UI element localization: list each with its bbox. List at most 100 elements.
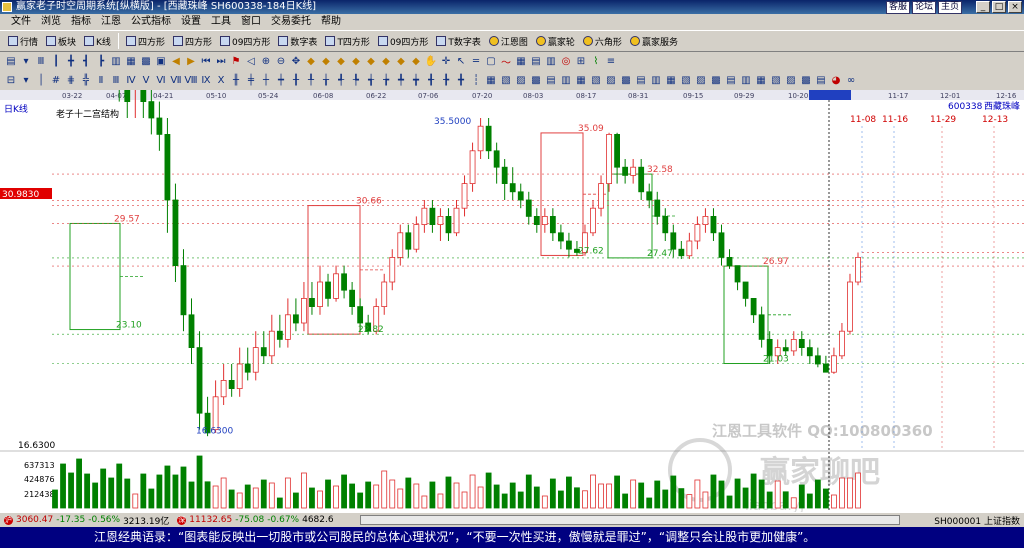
close-button[interactable]: × <box>1008 1 1022 13</box>
split13-icon[interactable]: ╈ <box>409 74 423 88</box>
print-icon[interactable]: ▤ <box>529 55 543 69</box>
dropdown-icon[interactable]: ▾ <box>19 55 33 69</box>
zoom-in-icon[interactable]: ⊕ <box>259 55 273 69</box>
split3-icon[interactable]: ┼ <box>259 74 273 88</box>
calc-icon[interactable]: ▦ <box>514 55 528 69</box>
arrow-right-icon[interactable]: ▶ <box>184 55 198 69</box>
split14-icon[interactable]: ╉ <box>424 74 438 88</box>
diamond8-icon[interactable]: ◆ <box>409 55 423 69</box>
indicator-icon[interactable]: ▦ <box>124 55 138 69</box>
grid-toggle-icon[interactable]: ▩ <box>139 55 153 69</box>
toolbar-square4-button[interactable]: T四方形 <box>321 32 374 50</box>
split10-icon[interactable]: ╅ <box>364 74 378 88</box>
split9-icon[interactable]: ╄ <box>349 74 363 88</box>
bars6-icon[interactable]: Ⅶ <box>169 74 183 88</box>
tool-j-icon[interactable]: ▩ <box>619 74 633 88</box>
copy-icon[interactable]: ▥ <box>544 55 558 69</box>
minimize-button[interactable]: _ <box>976 1 990 13</box>
toolbar-table2-button[interactable]: T数字表 <box>432 32 485 50</box>
chart-canvas[interactable]: 03-22 04-07 04-21 05-10 05-24 06-08 06-22 07-06… <box>0 90 1024 512</box>
menu-settings[interactable]: 设置 <box>176 14 206 30</box>
tool-r-icon[interactable]: ▥ <box>739 74 753 88</box>
split8-icon[interactable]: ╃ <box>334 74 348 88</box>
diamond4-icon[interactable]: ◆ <box>349 55 363 69</box>
pie-icon[interactable]: ◕ <box>829 74 843 88</box>
menu-indicator[interactable]: 指标 <box>66 14 96 30</box>
split6-icon[interactable]: ╀ <box>304 74 318 88</box>
split11-icon[interactable]: ╆ <box>379 74 393 88</box>
toolbar-square3-button[interactable]: 09四方形 <box>216 32 274 50</box>
candle2-icon[interactable]: ╋ <box>64 55 78 69</box>
tool-u-icon[interactable]: ▨ <box>784 74 798 88</box>
wave-icon[interactable]: 〜 <box>499 55 513 69</box>
circle-tool-icon[interactable]: ◎ <box>559 55 573 69</box>
layout-icon[interactable]: ▤ <box>4 55 18 69</box>
sz-index-item[interactable]: 深 11132.65 -75.08 -0.67% 4682.6 <box>173 515 337 525</box>
tool-i-icon[interactable]: ▨ <box>604 74 618 88</box>
tool-p-icon[interactable]: ▩ <box>709 74 723 88</box>
toolbar-blocks-button[interactable]: 板块 <box>42 32 80 50</box>
split15-icon[interactable]: ╊ <box>439 74 453 88</box>
first-icon[interactable]: ⏮ <box>199 55 213 69</box>
tool-t-icon[interactable]: ▧ <box>769 74 783 88</box>
diamond3-icon[interactable]: ◆ <box>334 55 348 69</box>
frame-icon[interactable]: ▣ <box>154 55 168 69</box>
tool-o-icon[interactable]: ▨ <box>694 74 708 88</box>
link-customer-service[interactable]: 客服 <box>885 1 910 14</box>
menu-browse[interactable]: 浏览 <box>36 14 66 30</box>
candle4-icon[interactable]: ┣ <box>94 55 108 69</box>
vline-icon[interactable]: │ <box>34 74 48 88</box>
diamond5-icon[interactable]: ◆ <box>364 55 378 69</box>
split4-icon[interactable]: ┿ <box>274 74 288 88</box>
arrow-left-icon[interactable]: ◀ <box>169 55 183 69</box>
tool-m-icon[interactable]: ▦ <box>664 74 678 88</box>
menu-tools[interactable]: 工具 <box>206 14 236 30</box>
link-homepage[interactable]: 主页 <box>937 1 962 14</box>
tool-k-icon[interactable]: ▤ <box>634 74 648 88</box>
crosshair-icon[interactable]: ✛ <box>439 55 453 69</box>
tool-a-icon[interactable]: ▦ <box>484 74 498 88</box>
hline-icon[interactable]: ═ <box>469 55 483 69</box>
sep-tool-icon[interactable]: ┆ <box>469 74 483 88</box>
tool-d-icon[interactable]: ▩ <box>529 74 543 88</box>
sh-index-item[interactable]: 沪 3060.47 -17.35 -0.56% 3213.19亿 <box>0 514 173 527</box>
candle-icon[interactable]: ┃ <box>49 55 63 69</box>
bars9-icon[interactable]: Ⅹ <box>214 74 228 88</box>
menu-trade[interactable]: 交易委托 <box>266 14 316 30</box>
maximize-button[interactable]: □ <box>992 1 1006 13</box>
zoom-out-icon[interactable]: ⊖ <box>274 55 288 69</box>
bars2-icon[interactable]: Ⅲ <box>109 74 123 88</box>
toolbar-square5-button[interactable]: 09四方形 <box>374 32 432 50</box>
kline-chart[interactable]: 03-22 04-07 04-21 05-10 05-24 06-08 06-22 07-06… <box>0 90 1024 512</box>
split2-icon[interactable]: ╪ <box>244 74 258 88</box>
split12-icon[interactable]: ╇ <box>394 74 408 88</box>
bars7-icon[interactable]: Ⅷ <box>184 74 198 88</box>
dropdown2-icon[interactable]: ▾ <box>19 74 33 88</box>
split7-icon[interactable]: ╁ <box>319 74 333 88</box>
tool-g-icon[interactable]: ▦ <box>574 74 588 88</box>
tool-f-icon[interactable]: ▥ <box>559 74 573 88</box>
tool-b-icon[interactable]: ▧ <box>499 74 513 88</box>
bars8-icon[interactable]: Ⅸ <box>199 74 213 88</box>
menu-help[interactable]: 帮助 <box>316 14 346 30</box>
diamond-icon[interactable]: ◆ <box>304 55 318 69</box>
hand-icon[interactable]: ✋ <box>424 55 438 69</box>
toolbar-square2-button[interactable]: 四方形 <box>169 32 216 50</box>
infinity-icon[interactable]: ∞ <box>844 74 858 88</box>
diamond7-icon[interactable]: ◆ <box>394 55 408 69</box>
split-icon[interactable]: ╫ <box>229 74 243 88</box>
toolbar-wheel-button[interactable]: 赢家轮 <box>532 32 579 50</box>
horizontal-scrollbar[interactable] <box>360 515 900 525</box>
lock-icon[interactable]: ▢ <box>484 55 498 69</box>
toolbar-square-button[interactable]: 四方形 <box>122 32 169 50</box>
bar-chart-icon[interactable]: Ⅲ <box>34 55 48 69</box>
tool-l-icon[interactable]: ▥ <box>649 74 663 88</box>
toolbar-gann-button[interactable]: 江恩图 <box>485 32 532 50</box>
cross-lines-icon[interactable]: ╬ <box>79 74 93 88</box>
bars5-icon[interactable]: Ⅵ <box>154 74 168 88</box>
grid-tool-icon[interactable]: ⊞ <box>574 55 588 69</box>
pointer-icon[interactable]: ↖ <box>454 55 468 69</box>
back-icon[interactable]: ◁ <box>244 55 258 69</box>
toolbar-hexagon-button[interactable]: 六角形 <box>579 32 626 50</box>
toolbar-kline-button[interactable]: K线 <box>80 32 115 50</box>
